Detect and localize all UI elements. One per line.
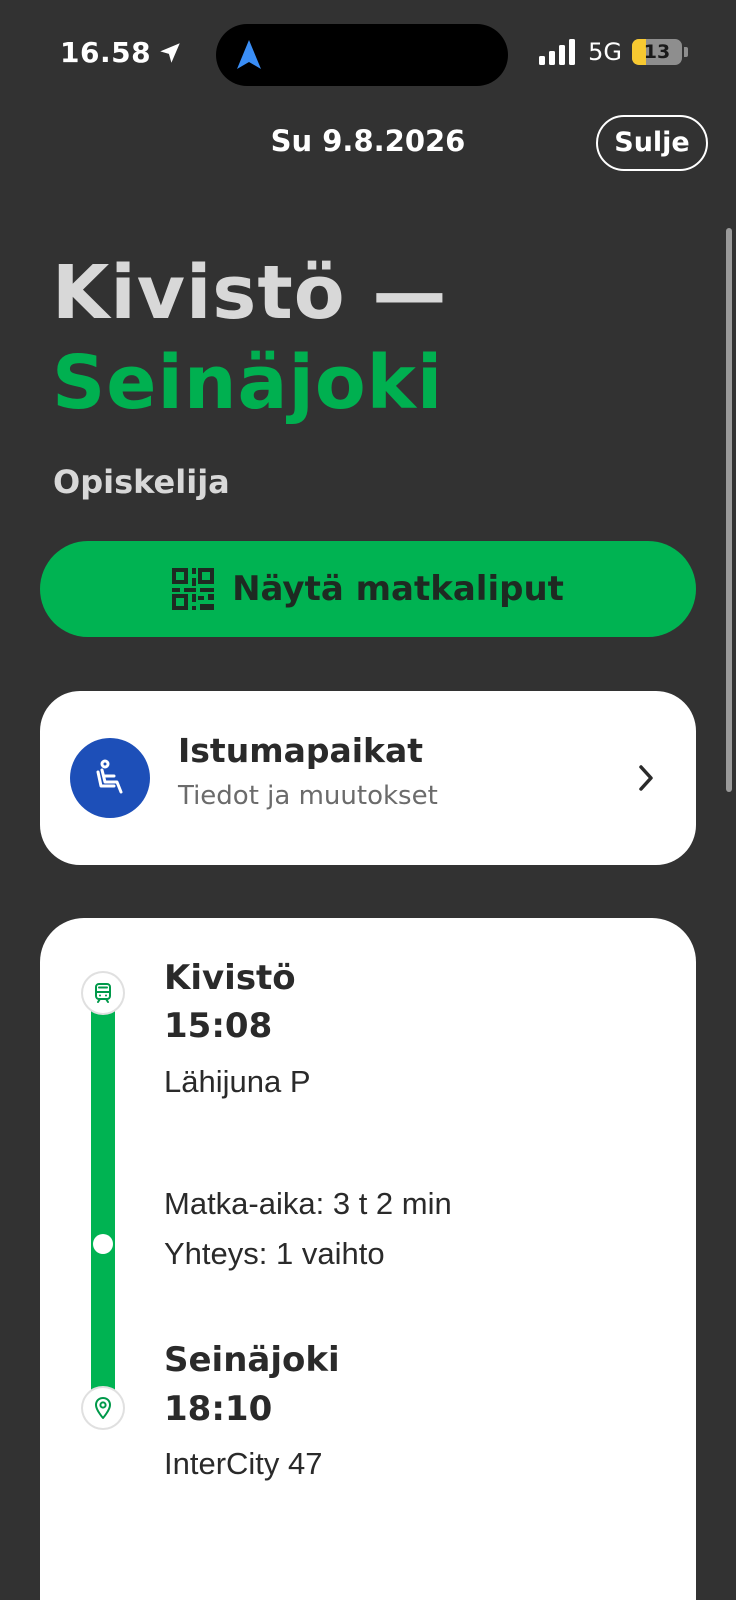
status-time-text: 16.58: [60, 36, 152, 69]
seat-icon: [96, 759, 123, 794]
scrollbar[interactable]: [726, 228, 732, 792]
train-icon: [95, 983, 111, 1003]
battery-level: 13: [643, 41, 671, 63]
route-to-title: Seinäjoki: [52, 340, 444, 426]
trip-connections: Yhteys: 1 vaihto: [164, 1236, 385, 1271]
arrival-time: 18:10: [164, 1389, 273, 1429]
dynamic-island: [216, 24, 508, 86]
battery-icon: 13: [632, 39, 682, 65]
seats-title: Istumapaikat: [178, 731, 424, 770]
arrival-train: InterCity 47: [164, 1446, 323, 1481]
arrival-station: Seinäjoki: [164, 1340, 340, 1380]
seats-card[interactable]: Istumapaikat Tiedot ja muutokset: [40, 691, 696, 865]
seats-subtitle: Tiedot ja muutokset: [178, 781, 438, 811]
chevron-right-icon: [639, 765, 653, 791]
battery-cap: [684, 47, 688, 57]
departure-node: [83, 973, 123, 1013]
location-arrow-icon: [160, 42, 180, 63]
arrival-node: [83, 1388, 123, 1428]
navigation-arrow-icon: [237, 40, 261, 69]
status-right: 5G 13: [538, 38, 688, 66]
passenger-type: Opiskelija: [53, 463, 230, 501]
departure-time: 15:08: [164, 1006, 273, 1046]
show-tickets-label: Näytä matkaliput: [232, 569, 564, 609]
qr-code-icon: [172, 568, 215, 610]
route-line: [91, 988, 115, 1408]
route-midpoint-dot: [93, 1234, 113, 1254]
status-bar: 16.58 5G 13: [0, 0, 736, 110]
trip-duration: Matka-aika: 3 t 2 min: [164, 1186, 452, 1221]
cellular-signal-icon: [539, 39, 576, 65]
close-button[interactable]: Sulje: [596, 115, 708, 171]
departure-station: Kivistö: [164, 958, 296, 998]
departure-train: Lähijuna P: [164, 1064, 311, 1099]
destination-pin-icon: [95, 1397, 111, 1419]
route-from-title: Kivistö —: [52, 250, 448, 336]
status-time: 16.58: [60, 36, 183, 69]
seat-icon-badge: [70, 738, 150, 818]
itinerary-card[interactable]: Kivistö 15:08 Lähijuna P Matka-aika: 3 t…: [40, 918, 696, 1600]
show-tickets-button[interactable]: Näytä matkaliput: [40, 541, 696, 637]
network-label: 5G: [588, 38, 622, 66]
